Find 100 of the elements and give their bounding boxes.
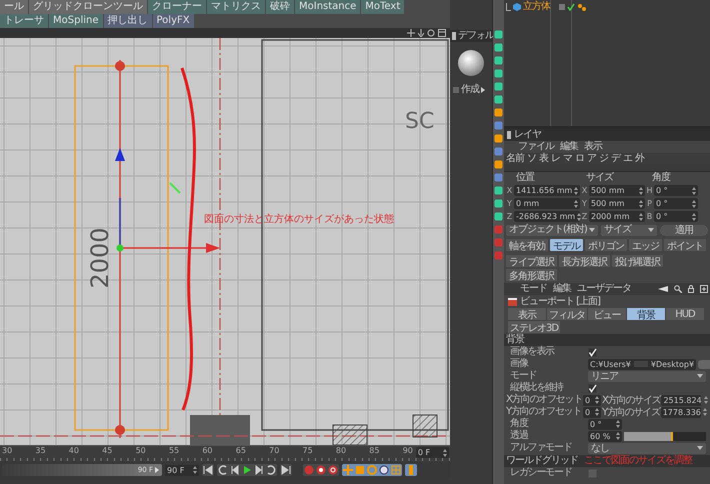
tab[interactable]: HUD: [666, 308, 704, 320]
toolbar-button[interactable]: ール: [0, 0, 28, 14]
section-header: ワールドグリッド: [506, 455, 578, 467]
toolbar-button[interactable]: PolyFX: [152, 14, 194, 28]
selection-tool-button[interactable]: ライブ選択: [506, 255, 557, 267]
number-field[interactable]: 500 mm: [589, 198, 645, 209]
move-icon[interactable]: [407, 29, 415, 37]
mode-button[interactable]: ポリゴン: [585, 239, 627, 251]
tree-line-icon: [506, 2, 511, 10]
tab[interactable]: 表示: [508, 308, 546, 320]
number-field[interactable]: 0 °: [654, 185, 698, 196]
column-header: デ: [611, 153, 620, 165]
dropdown[interactable]: オブジェクト(相対): [506, 224, 598, 236]
slider-track[interactable]: [624, 432, 706, 440]
menu-item[interactable]: 編集: [553, 283, 571, 295]
axis-label: P: [646, 199, 653, 208]
ruler-label: 70: [269, 446, 280, 456]
selection-tool-button[interactable]: 長方形選択: [559, 255, 610, 267]
panel-title: ビューポート [上面]: [520, 296, 600, 308]
skip-back-icon[interactable]: [203, 465, 213, 475]
selection-tool-button[interactable]: 多角形選択: [506, 269, 557, 281]
toolbar-button[interactable]: MoInstance: [295, 0, 360, 14]
property-label: 縦横比を維持: [510, 382, 564, 394]
number-field[interactable]: 0 °: [588, 418, 622, 430]
dropdown[interactable]: なし: [588, 442, 706, 454]
file-path-field[interactable]: C:¥Users¥ ¥Desktop¥: [588, 358, 696, 370]
menu-item[interactable]: 編集: [560, 141, 578, 153]
search-icon[interactable]: [674, 285, 682, 293]
frame-field[interactable]: 0 F: [416, 447, 449, 458]
mode-button[interactable]: ポイント: [664, 239, 706, 251]
menu-item[interactable]: ファイル: [518, 141, 554, 153]
selection-tool-button[interactable]: 投げ縄選択: [612, 255, 663, 267]
number-field[interactable]: 500 mm: [589, 185, 645, 196]
menu-item[interactable]: モード: [520, 283, 547, 295]
spinner-icon: [692, 200, 696, 208]
property-label: レガシーモード: [510, 467, 573, 479]
arrow-down-icon[interactable]: [418, 29, 424, 37]
number-field[interactable]: 0: [583, 406, 601, 418]
number-field[interactable]: -2686.923 mm: [514, 211, 580, 222]
window-icon[interactable]: [438, 29, 446, 37]
number-field[interactable]: 1411.656 mm: [514, 185, 580, 196]
circle-icon[interactable]: [379, 465, 389, 475]
spinner-icon: [704, 396, 708, 404]
checkbox[interactable]: [588, 348, 597, 356]
tab[interactable]: フィルタ: [547, 308, 587, 320]
property-label: モード: [510, 370, 538, 382]
toolbar-button[interactable]: 破砕: [266, 0, 294, 14]
arrow-left-icon[interactable]: [658, 286, 668, 292]
toolbar-button[interactable]: グリッドクローンツール: [29, 0, 147, 14]
apply-button[interactable]: 適用: [660, 224, 708, 236]
property-label: Y方向のサイズ: [602, 406, 660, 419]
checkbox[interactable]: [588, 468, 597, 478]
frame-field[interactable]: 90 F: [165, 464, 199, 476]
mode-button[interactable]: 軸を有効: [506, 239, 548, 251]
property-label: X方向のオフセット: [506, 394, 582, 406]
number-field[interactable]: 2000 mm: [589, 211, 645, 222]
menu-item[interactable]: 作成: [461, 84, 479, 96]
caret-down-icon: [697, 374, 703, 378]
material-sphere[interactable]: [458, 50, 484, 76]
new-window-icon[interactable]: [700, 285, 708, 293]
rotate-left-icon[interactable]: [218, 465, 228, 475]
rotate-right-icon[interactable]: [266, 465, 276, 475]
toolbar-button[interactable]: マトリクス: [207, 0, 265, 14]
caret-down-icon: [588, 228, 595, 232]
toolbar-button[interactable]: クローナー: [148, 0, 206, 14]
column-header: 名前: [506, 153, 524, 165]
column-header: 表: [539, 153, 548, 165]
skip-forward-icon[interactable]: [281, 465, 291, 475]
dropdown[interactable]: サイズ: [600, 224, 657, 236]
spinner-icon: [574, 186, 578, 194]
tab[interactable]: ビュー: [588, 308, 626, 320]
dropdown[interactable]: リニア: [588, 370, 706, 382]
object-name[interactable]: 立方体: [523, 0, 557, 12]
ruler-label: 90: [402, 446, 413, 456]
number-field[interactable]: 0: [583, 394, 601, 406]
mode-button[interactable]: エッジ: [629, 239, 662, 251]
play-icon[interactable]: [242, 465, 252, 475]
menu-item[interactable]: 表示: [584, 141, 602, 153]
number-field[interactable]: 0 °: [654, 211, 698, 222]
number-field[interactable]: 0 mm: [514, 198, 580, 209]
step-forward-icon[interactable]: [254, 465, 264, 475]
lock-icon[interactable]: [688, 285, 694, 293]
column-header: 角度: [652, 172, 672, 184]
toolbar-button[interactable]: 押し出し: [104, 14, 152, 28]
toolbar-button[interactable]: MoText: [361, 0, 404, 14]
number-field[interactable]: 0 °: [654, 198, 698, 209]
mode-button[interactable]: モデル: [550, 239, 583, 251]
tab[interactable]: 背景: [627, 308, 665, 320]
step-back-icon[interactable]: [230, 465, 240, 475]
checkbox[interactable]: [588, 384, 597, 392]
tab[interactable]: ステレオ3D: [508, 321, 560, 333]
ruler-label: 35: [35, 446, 47, 456]
ruler-label: 60: [202, 446, 214, 456]
number-field[interactable]: 60 %: [588, 430, 622, 442]
toolbar-button[interactable]: MoSpline: [49, 14, 102, 28]
spinner-icon: [595, 396, 599, 404]
column-header: 外: [635, 153, 644, 165]
menu-item[interactable]: ユーザデータ: [577, 283, 631, 295]
toolbar-button[interactable]: トレーサ: [0, 14, 48, 28]
viewport-icon: [508, 298, 517, 306]
